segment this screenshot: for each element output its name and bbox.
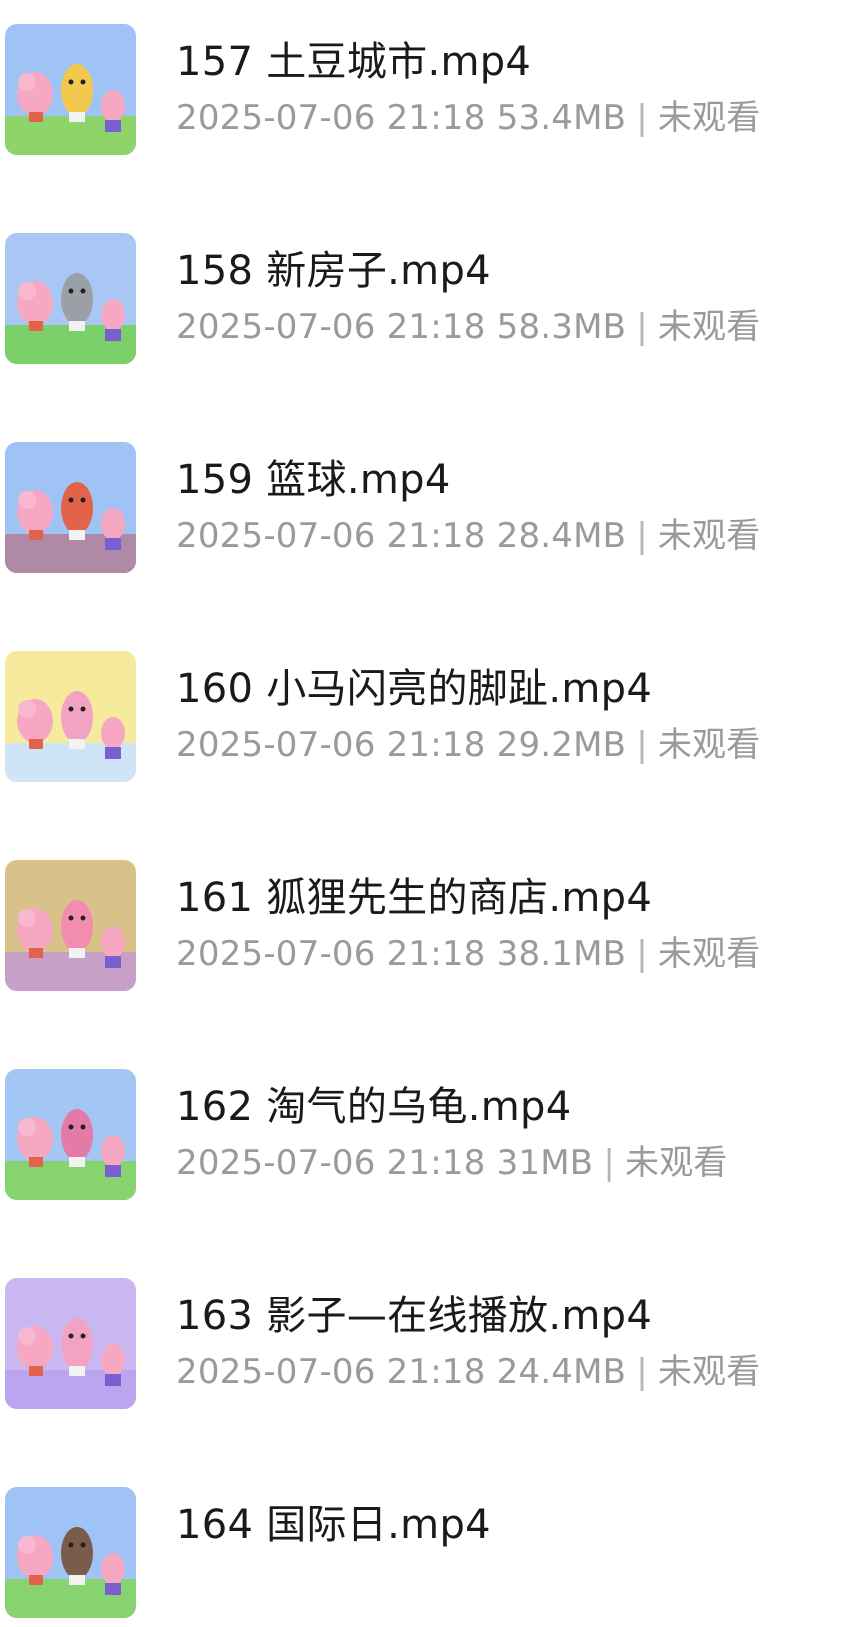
meta-separator: | (636, 934, 648, 974)
watch-status: 未观看 (657, 934, 761, 974)
video-size: 24.4MB (496, 1352, 627, 1392)
video-size: 29.2MB (496, 725, 627, 765)
video-thumbnail[interactable] (5, 442, 136, 573)
video-thumbnail[interactable] (5, 651, 136, 782)
video-thumbnail[interactable] (5, 233, 136, 364)
video-title: 158 新房子.mp4 (176, 248, 491, 294)
video-date: 2025-07-06 21:18 (176, 1352, 486, 1392)
video-meta: 2025-07-06 21:18 38.1MB | 未观看 (176, 932, 760, 976)
video-title: 163 影子—在线播放.mp4 (176, 1293, 653, 1339)
watch-status: 未观看 (657, 1352, 761, 1392)
video-meta: 2025-07-06 21:18 28.4MB | 未观看 (176, 514, 760, 558)
video-meta: 2025-07-06 21:18 53.4MB | 未观看 (176, 96, 760, 140)
video-file-row[interactable]: 160 小马闪亮的脚趾.mp4 2025-07-06 21:18 29.2MB | 未… (0, 651, 851, 791)
video-date: 2025-07-06 21:18 (176, 307, 486, 347)
video-size: 58.3MB (496, 307, 627, 347)
video-file-row[interactable]: 163 影子—在线播放.mp4 2025-07-06 21:18 24.4MB | 未… (0, 1278, 851, 1418)
video-date: 2025-07-06 21:18 (176, 934, 486, 974)
video-file-row[interactable]: 162 淘气的乌龟.mp4 2025-07-06 21:18 31MB | 未观看 (0, 1069, 851, 1209)
video-size: 38.1MB (496, 934, 627, 974)
video-size: 28.4MB (496, 516, 627, 556)
video-title: 161 狐狸先生的商店.mp4 (176, 875, 653, 921)
video-title: 160 小马闪亮的脚趾.mp4 (176, 666, 653, 712)
video-file-row[interactable]: 158 新房子.mp4 2025-07-06 21:18 58.3MB | 未观看 (0, 233, 851, 373)
video-title: 159 篮球.mp4 (176, 457, 451, 503)
video-file-row[interactable]: 161 狐狸先生的商店.mp4 2025-07-06 21:18 38.1MB | 未… (0, 860, 851, 1000)
meta-separator: | (603, 1143, 615, 1183)
video-date: 2025-07-06 21:18 (176, 725, 486, 765)
video-file-row[interactable]: 157 土豆城市.mp4 2025-07-06 21:18 53.4MB | 未观看 (0, 24, 851, 164)
video-meta: 2025-07-06 21:18 29.2MB | 未观看 (176, 723, 760, 767)
watch-status: 未观看 (657, 307, 761, 347)
meta-separator: | (636, 725, 648, 765)
video-meta: 2025-07-06 21:18 58.3MB | 未观看 (176, 305, 760, 349)
video-title: 157 土豆城市.mp4 (176, 39, 532, 85)
meta-separator: | (636, 307, 648, 347)
watch-status: 未观看 (657, 98, 761, 138)
meta-separator: | (636, 1352, 648, 1392)
video-size: 53.4MB (496, 98, 627, 138)
video-date: 2025-07-06 21:18 (176, 516, 486, 556)
video-title: 162 淘气的乌龟.mp4 (176, 1084, 572, 1130)
watch-status: 未观看 (625, 1143, 728, 1183)
meta-separator: | (636, 516, 648, 556)
video-thumbnail[interactable] (5, 860, 136, 991)
video-meta: 2025-07-06 21:18 31MB | 未观看 (176, 1141, 728, 1185)
video-file-row[interactable]: 164 国际日.mp4 (0, 1487, 851, 1627)
watch-status: 未观看 (657, 516, 761, 556)
video-thumbnail[interactable] (5, 1487, 136, 1618)
meta-separator: | (636, 98, 648, 138)
video-thumbnail[interactable] (5, 1069, 136, 1200)
video-thumbnail[interactable] (5, 24, 136, 155)
video-date: 2025-07-06 21:18 (176, 98, 486, 138)
video-date: 2025-07-06 21:18 (176, 1143, 486, 1183)
video-thumbnail[interactable] (5, 1278, 136, 1409)
video-meta: 2025-07-06 21:18 24.4MB | 未观看 (176, 1350, 760, 1394)
video-file-row[interactable]: 159 篮球.mp4 2025-07-06 21:18 28.4MB | 未观看 (0, 442, 851, 582)
video-title: 164 国际日.mp4 (176, 1502, 491, 1548)
watch-status: 未观看 (657, 725, 761, 765)
video-size: 31MB (496, 1143, 594, 1183)
